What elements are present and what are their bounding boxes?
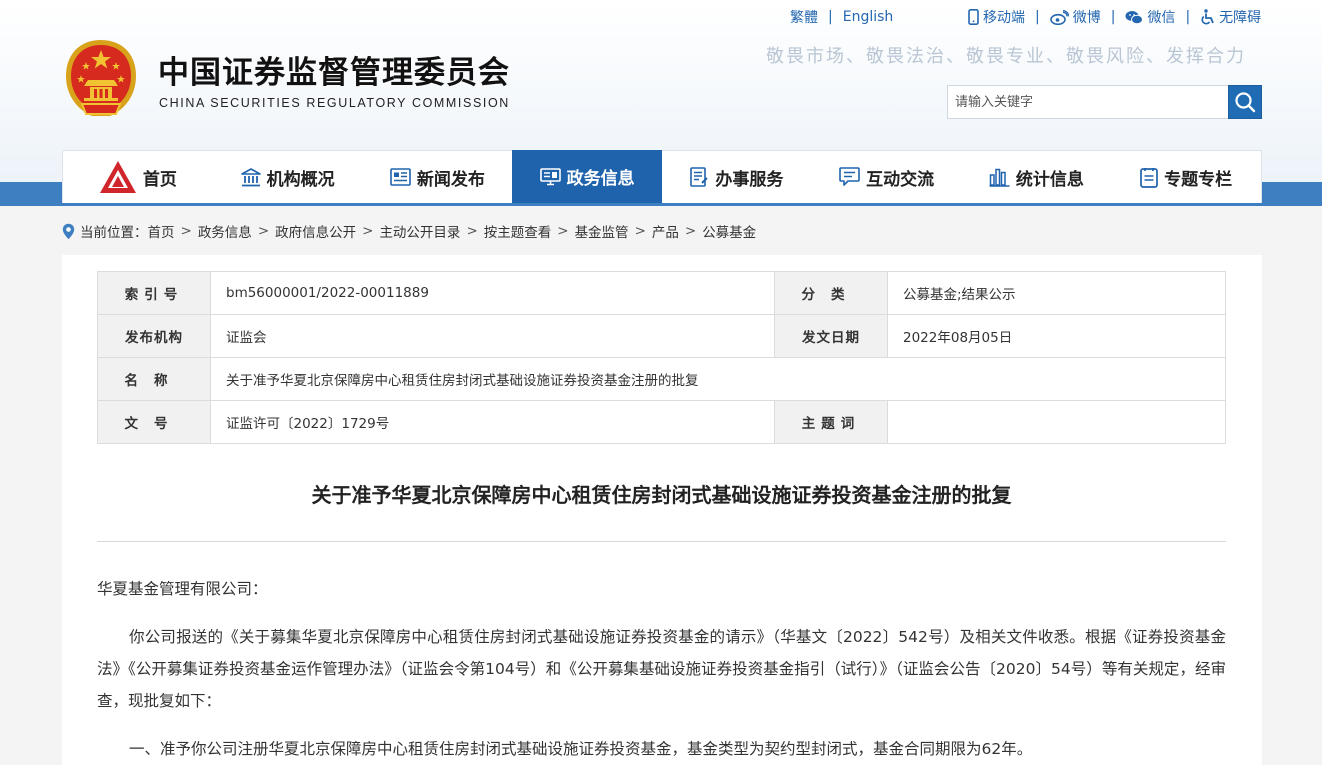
nav-label: 新闻发布 <box>416 169 485 190</box>
nav-label: 互动交流 <box>866 169 935 190</box>
separator: | <box>1035 9 1040 25</box>
chat-icon <box>839 167 860 186</box>
nav-home[interactable]: 首页 <box>63 151 213 203</box>
search-button[interactable] <box>1228 85 1262 119</box>
breadcrumb-item[interactable]: 政府信息公开 <box>275 221 356 241</box>
home-logo-icon <box>99 161 136 193</box>
nav-statistics[interactable]: 统计信息 <box>962 151 1112 203</box>
accessibility-label: 无障碍 <box>1219 10 1262 26</box>
document-title: 关于准予华夏北京保障房中心租赁住房封闭式基础设施证券投资基金注册的批复 <box>311 483 1012 507</box>
article-content: 索引号 bm56000001/2022-00011889 分类 公募基金;结果公… <box>62 255 1262 765</box>
national-emblem-logo[interactable] <box>62 38 140 122</box>
document-metadata-table: 索引号 bm56000001/2022-00011889 分类 公募基金;结果公… <box>97 271 1226 444</box>
weibo-icon <box>1049 9 1069 25</box>
keywords-value <box>887 400 1226 444</box>
publisher-value: 证监会 <box>210 314 775 358</box>
traditional-chinese-label: 繁體 <box>790 10 818 26</box>
category-label: 分类 <box>774 271 888 315</box>
nav-label: 专题专栏 <box>1164 169 1233 190</box>
government-info-icon <box>539 167 561 185</box>
site-name-cn: 中国证券监督管理委员会 <box>158 55 510 91</box>
chevron-right-icon: > <box>257 223 270 239</box>
table-row: 索引号 bm56000001/2022-00011889 分类 公募基金;结果公… <box>97 271 1226 315</box>
breadcrumb-item[interactable]: 基金监管 <box>575 221 629 241</box>
keywords-label: 主题词 <box>774 400 888 444</box>
chevron-right-icon: > <box>634 223 646 239</box>
site-name-en: CHINA SECURITIES REGULATORY COMMISSION <box>159 96 510 110</box>
index-number-value: bm56000001/2022-00011889 <box>210 271 775 315</box>
index-number-label: 索引号 <box>97 271 211 315</box>
main-nav: 首页 机构概况 新闻发布 政务信息 办事服务 互动交流 统计信息 专题专栏 <box>62 150 1262 203</box>
chevron-right-icon: > <box>466 223 478 239</box>
breadcrumb-item[interactable]: 产品 <box>652 221 679 241</box>
service-icon <box>690 167 709 187</box>
mobile-label: 移动端 <box>983 10 1025 26</box>
category-value: 公募基金;结果公示 <box>887 271 1226 315</box>
separator: | <box>1110 9 1116 25</box>
statistics-icon <box>989 168 1010 187</box>
traditional-chinese-link[interactable]: 繁體 <box>790 7 818 27</box>
separator: | <box>828 9 833 25</box>
institution-icon <box>240 167 261 186</box>
nav-interaction[interactable]: 互动交流 <box>812 151 962 203</box>
wechat-link[interactable]: 微信 <box>1125 7 1175 27</box>
chevron-right-icon: > <box>684 223 697 239</box>
topic-icon <box>1140 167 1158 188</box>
table-row: 文号 证监许可〔2022〕1729号 主题词 <box>97 400 1226 444</box>
nav-label: 统计信息 <box>1015 169 1084 190</box>
table-row: 发布机构 证监会 发文日期 2022年08月05日 <box>97 314 1226 358</box>
document-body: 华夏基金管理有限公司： 你公司报送的《关于募集华夏北京保障房中心租赁住房封闭式基… <box>97 573 1226 765</box>
mobile-phone-icon <box>968 9 979 25</box>
breadcrumb: 当前位置： 首页 > 政务信息 > 政府信息公开 > 主动公开目录 > 按主题查… <box>62 221 756 241</box>
mobile-link[interactable]: 移动端 <box>968 7 1025 27</box>
nav-topics[interactable]: 专题专栏 <box>1111 151 1261 203</box>
accessibility-link[interactable]: 无障碍 <box>1200 7 1261 27</box>
chevron-right-icon: > <box>557 223 569 239</box>
english-label: English <box>842 9 894 25</box>
chevron-right-icon: > <box>180 223 192 239</box>
document-name-value: 关于准予华夏北京保障房中心租赁住房封闭式基础设施证券投资基金注册的批复 <box>210 357 1226 401</box>
wechat-icon <box>1125 10 1144 24</box>
nav-service[interactable]: 办事服务 <box>662 151 812 203</box>
document-number-label: 文号 <box>97 400 211 444</box>
english-link[interactable]: English <box>843 9 894 25</box>
breadcrumb-item[interactable]: 主动公开目录 <box>379 221 460 241</box>
table-row: 名称 关于准予华夏北京保障房中心租赁住房封闭式基础设施证券投资基金注册的批复 <box>97 357 1226 401</box>
breadcrumb-item[interactable]: 首页 <box>148 221 175 241</box>
weibo-label: 微博 <box>1072 10 1101 26</box>
nav-label: 办事服务 <box>715 169 784 190</box>
issue-date-label: 发文日期 <box>774 314 888 358</box>
slogan: 敬畏市场、敬畏法治、敬畏专业、敬畏风险、发挥合力 <box>766 46 1246 67</box>
wechat-label: 微信 <box>1147 10 1176 26</box>
issue-date-value: 2022年08月05日 <box>887 314 1226 358</box>
document-number-value: 证监许可〔2022〕1729号 <box>210 400 775 444</box>
chevron-right-icon: > <box>362 223 374 239</box>
document-name-label: 名称 <box>97 357 211 401</box>
search-icon <box>1235 92 1256 113</box>
weibo-link[interactable]: 微博 <box>1049 7 1101 27</box>
body-paragraph: 一、准予你公司注册华夏北京保障房中心租赁住房封闭式基础设施证券投资基金，基金类型… <box>129 740 1033 758</box>
divider <box>97 541 1226 542</box>
separator: | <box>1185 9 1191 25</box>
search-box <box>947 85 1262 119</box>
breadcrumb-item[interactable]: 政务信息 <box>198 221 252 241</box>
nav-label: 政务信息 <box>566 169 635 189</box>
wheelchair-icon <box>1201 9 1214 25</box>
search-input[interactable] <box>947 85 1229 119</box>
location-pin-icon <box>62 223 75 239</box>
publisher-label: 发布机构 <box>97 314 211 358</box>
breadcrumb-label: 当前位置： <box>80 225 148 241</box>
nav-news[interactable]: 新闻发布 <box>363 151 513 203</box>
nav-label: 首页 <box>142 169 177 190</box>
body-paragraph: 你公司报送的《关于募集华夏北京保障房中心租赁住房封闭式基础设施证券投资基金的请示… <box>97 628 1226 710</box>
top-links: 繁體 | English | 移动端 | 微博 | 微信 | 无障碍 <box>790 8 1261 26</box>
nav-label: 机构概况 <box>266 169 335 190</box>
breadcrumb-item[interactable]: 公募基金 <box>702 221 756 241</box>
nav-institution[interactable]: 机构概况 <box>213 151 363 203</box>
addressee: 华夏基金管理有限公司： <box>97 580 268 598</box>
breadcrumb-item[interactable]: 按主题查看 <box>484 221 552 241</box>
news-icon <box>390 168 411 186</box>
nav-government-info[interactable]: 政务信息 <box>512 150 662 203</box>
